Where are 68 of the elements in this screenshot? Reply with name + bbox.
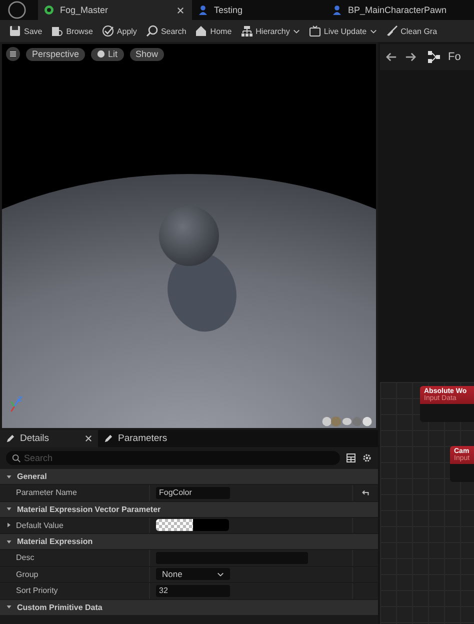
toolbar-button[interactable]: Live Update — [306, 25, 380, 37]
back-arrow-icon[interactable] — [386, 52, 397, 62]
caret-icon — [370, 28, 377, 34]
tab-label: Testing — [214, 5, 243, 15]
hierarchy-icon — [240, 25, 253, 37]
toolbar-button[interactable]: Clean Gra — [382, 25, 440, 37]
document-tab[interactable]: Fog_Master — [38, 0, 192, 20]
breadcrumb[interactable]: Fo — [448, 51, 461, 63]
text-field[interactable]: FogColor — [156, 486, 230, 499]
property-label: Default Value — [16, 520, 64, 530]
section-title: Custom Primitive Data — [17, 602, 102, 612]
property-label: Desc — [16, 553, 34, 562]
section-header[interactable]: Material Expression — [0, 534, 378, 550]
tab-label: BP_MainCharacterPawn — [348, 5, 447, 15]
person-icon — [198, 5, 208, 15]
forward-arrow-icon[interactable] — [405, 52, 416, 62]
apply-check-icon — [102, 25, 114, 37]
dropdown[interactable]: None — [156, 568, 230, 580]
text-field[interactable]: 32 — [156, 584, 230, 597]
close-icon[interactable] — [85, 435, 92, 442]
menu-icon[interactable] — [6, 47, 20, 61]
panel-tab[interactable]: Parameters — [98, 430, 174, 447]
search-field[interactable]: Search — [6, 451, 340, 465]
tab-label: Parameters — [118, 433, 168, 444]
folder-search-icon — [51, 25, 64, 37]
settings-icon[interactable] — [362, 453, 372, 463]
home-icon — [195, 25, 208, 37]
close-icon[interactable] — [177, 6, 184, 14]
section-title: General — [17, 472, 47, 481]
section-header[interactable]: Custom Primitive Data — [0, 600, 378, 616]
section-title: Material Expression — [17, 537, 93, 546]
tab-label: Details — [20, 433, 50, 444]
pencil-icon — [104, 434, 113, 443]
graph-nodes-icon — [428, 51, 440, 63]
section-header[interactable]: General — [0, 469, 378, 485]
viewport-panel[interactable]: Perspective Lit Show — [2, 44, 376, 428]
engine-logo-icon[interactable] — [8, 1, 26, 19]
document-tab[interactable]: Testing — [192, 0, 326, 20]
color-swatch[interactable] — [156, 519, 229, 532]
reset-arrow-icon[interactable] — [361, 488, 370, 498]
search-icon — [12, 454, 21, 462]
toolbar-button[interactable]: Hierarchy — [238, 25, 303, 37]
property-label: Sort Priority — [16, 586, 58, 596]
document-tab[interactable]: BP_MainCharacterPawn — [326, 0, 455, 20]
panel-tab[interactable]: Details — [0, 430, 98, 447]
toolbar-button[interactable]: Browse — [48, 25, 96, 37]
pencil-icon — [6, 434, 15, 443]
toolbar-button[interactable]: Apply — [98, 25, 140, 37]
section-title: Material Expression Vector Parameter — [17, 504, 161, 514]
material-sphere-icon — [44, 5, 54, 15]
toolbar-button[interactable]: Search — [142, 25, 190, 37]
section-header[interactable]: Material Expression Vector Parameter — [0, 502, 378, 518]
caret-icon — [292, 28, 300, 34]
tv-icon — [308, 25, 321, 37]
property-label: Parameter Name — [16, 488, 77, 498]
broom-icon — [386, 25, 398, 37]
search-icon — [146, 25, 158, 37]
expand-arrow-icon[interactable] — [6, 522, 12, 528]
table-view-icon[interactable] — [346, 453, 356, 463]
caret-icon — [217, 572, 224, 577]
person-icon — [332, 5, 342, 15]
lit-sphere-icon — [97, 50, 106, 58]
toolbar-button[interactable]: Home — [192, 25, 235, 37]
viewport-button[interactable]: Perspective — [26, 48, 86, 60]
preview-shapes-icon[interactable] — [320, 416, 374, 427]
tab-label: Fog_Master — [60, 5, 108, 15]
property-label: Group — [16, 570, 38, 579]
toolbar-button[interactable]: Save — [6, 25, 46, 37]
